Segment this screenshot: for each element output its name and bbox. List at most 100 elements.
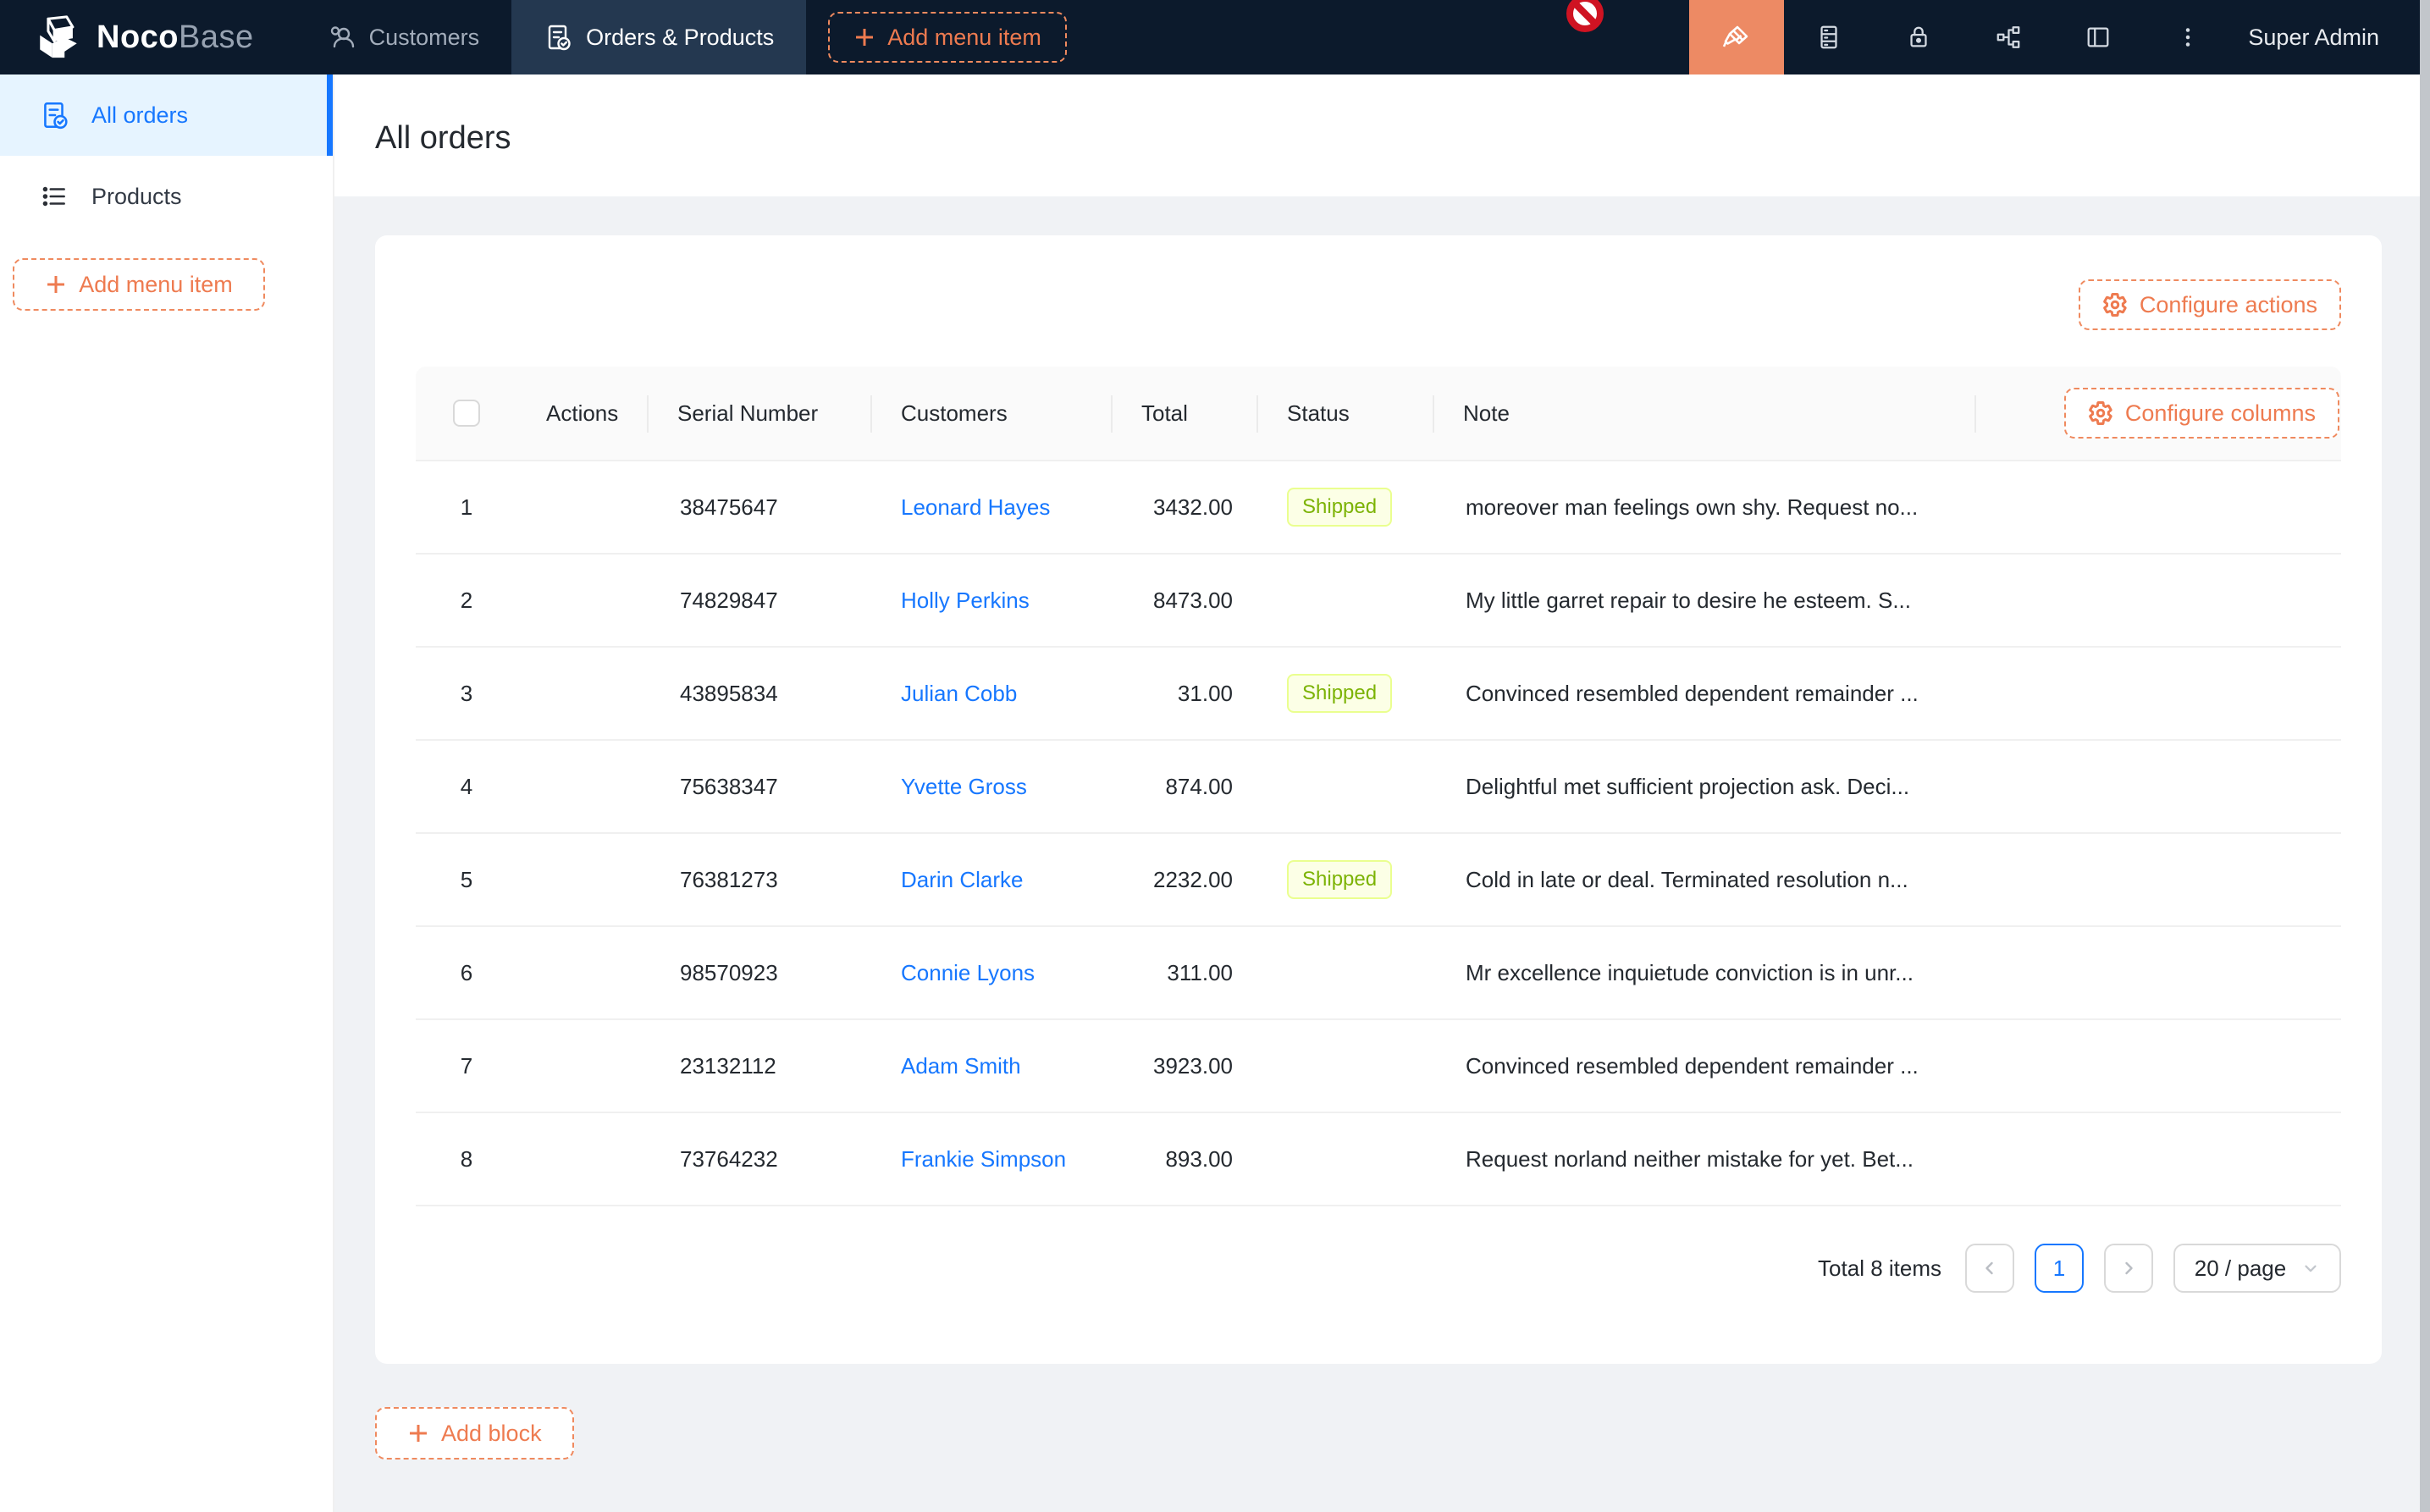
access-control-button[interactable]: [1874, 0, 1963, 74]
serial-cell: 38475647: [649, 461, 872, 553]
collections-button[interactable]: [1784, 0, 1874, 74]
total-cell: 3432.00: [1113, 461, 1258, 553]
more-button[interactable]: [2143, 0, 2233, 74]
total-cell: 893.00: [1113, 1113, 1258, 1205]
block-toolbar: Configure actions: [2079, 279, 2341, 330]
sidebar-item-products[interactable]: Products: [0, 156, 333, 237]
layout-button[interactable]: [2053, 0, 2143, 74]
customer-link[interactable]: Frankie Simpson: [901, 1146, 1066, 1173]
select-all-checkbox[interactable]: [453, 400, 480, 427]
configure-columns-button[interactable]: Configure columns: [2064, 388, 2339, 439]
pagination-total: Total 8 items: [1818, 1255, 1941, 1282]
note-cell: Delightful met sufficient projection ask…: [1434, 741, 1976, 832]
customer-link[interactable]: Julian Cobb: [901, 681, 1017, 707]
page-size-select[interactable]: 20 / page: [2173, 1244, 2341, 1293]
table-row: 8 73764232 Frankie Simpson 893.00 Reques…: [416, 1113, 2341, 1206]
actions-cell: [517, 648, 649, 739]
pagination: Total 8 items 1 20 / page: [1818, 1243, 2341, 1294]
users-icon: [327, 23, 356, 52]
col-header-note: Note: [1434, 367, 1976, 460]
table-row: 1 38475647 Leonard Hayes 3432.00 Shipped…: [416, 461, 2341, 555]
row-index: 5: [416, 834, 517, 925]
serial-cell: 98570923: [649, 927, 872, 1018]
table-row: 2 74829847 Holly Perkins 8473.00 My litt…: [416, 555, 2341, 648]
col-header-customers: Customers: [872, 367, 1113, 460]
tab-label: Customers: [369, 25, 480, 51]
note-cell: Cold in late or deal. Terminated resolut…: [1434, 834, 1976, 925]
table-row: 5 76381273 Darin Clarke 2232.00 Shipped …: [416, 834, 2341, 927]
lock-icon: [1905, 24, 1932, 51]
page-scrollbar[interactable]: [2420, 0, 2430, 1512]
row-index: 2: [416, 555, 517, 646]
total-cell: 2232.00: [1113, 834, 1258, 925]
sidebar-item-label: All orders: [91, 102, 188, 129]
chevron-down-icon: [2301, 1259, 2320, 1277]
note-cell: My little garret repair to desire he est…: [1434, 555, 1976, 646]
sidebar: All orders Products Add menu item: [0, 74, 334, 1512]
actions-cell: [517, 461, 649, 553]
list-icon: [39, 181, 69, 212]
user-menu[interactable]: Super Admin: [2248, 25, 2379, 51]
note-cell: Request norland neither mistake for yet.…: [1434, 1113, 1976, 1205]
more-icon: [2174, 24, 2201, 51]
row-index: 4: [416, 741, 517, 832]
configure-actions-button[interactable]: Configure actions: [2079, 279, 2341, 330]
workflow-button[interactable]: [1963, 0, 2053, 74]
status-badge: Shipped: [1287, 488, 1392, 527]
serial-cell: 75638347: [649, 741, 872, 832]
total-cell: 8473.00: [1113, 555, 1258, 646]
status-badge: Shipped: [1287, 674, 1392, 713]
customer-link[interactable]: Darin Clarke: [901, 867, 1024, 893]
page-header: All orders: [334, 74, 2420, 196]
gear-icon: [2088, 400, 2113, 426]
row-index: 3: [416, 648, 517, 739]
serial-cell: 73764232: [649, 1113, 872, 1205]
serial-cell: 43895834: [649, 648, 872, 739]
note-cell: Mr excellence inquietude conviction is i…: [1434, 927, 1976, 1018]
actions-cell: [517, 555, 649, 646]
file-done-icon: [39, 100, 69, 130]
prev-page-button[interactable]: [1965, 1244, 2014, 1293]
table-header-row: Actions Serial Number Customers Total St…: [416, 367, 2341, 461]
table-row: 7 23132112 Adam Smith 3923.00 Convinced …: [416, 1020, 2341, 1113]
add-menu-item-button-sidebar[interactable]: Add menu item: [13, 258, 265, 311]
logo-cube-icon: [34, 13, 83, 62]
add-block-button[interactable]: Add block: [375, 1407, 574, 1460]
actions-cell: [517, 927, 649, 1018]
row-index: 1: [416, 461, 517, 553]
actions-cell: [517, 1020, 649, 1112]
serial-cell: 74829847: [649, 555, 872, 646]
tab-orders-products[interactable]: Orders & Products: [511, 0, 806, 74]
plus-icon: [407, 1422, 429, 1444]
chevron-right-icon: [2118, 1258, 2139, 1278]
customer-link[interactable]: Leonard Hayes: [901, 494, 1050, 521]
total-cell: 31.00: [1113, 648, 1258, 739]
sidebar-item-all-orders[interactable]: All orders: [0, 74, 333, 156]
page-number-1[interactable]: 1: [2035, 1244, 2084, 1293]
customer-link[interactable]: Adam Smith: [901, 1053, 1021, 1079]
sidebar-item-label: Products: [91, 184, 182, 210]
ui-editor-button[interactable]: [1689, 0, 1784, 74]
customer-link[interactable]: Connie Lyons: [901, 960, 1035, 986]
total-cell: 3923.00: [1113, 1020, 1258, 1112]
orders-table: Actions Serial Number Customers Total St…: [416, 367, 2341, 1206]
add-menu-item-button-header[interactable]: Add menu item: [828, 12, 1067, 63]
gear-icon: [2102, 292, 2128, 317]
tab-customers[interactable]: Customers: [295, 0, 512, 74]
file-done-icon: [544, 23, 572, 52]
serial-cell: 23132112: [649, 1020, 872, 1112]
blocked-cursor-icon: [1565, 0, 1605, 37]
actions-cell: [517, 1113, 649, 1205]
database-icon: [1815, 24, 1842, 51]
col-header-actions: Actions: [517, 367, 649, 460]
table-row: 3 43895834 Julian Cobb 31.00 Shipped Con…: [416, 648, 2341, 741]
customer-link[interactable]: Holly Perkins: [901, 588, 1030, 614]
nocobase-logo[interactable]: NocoBase: [34, 13, 254, 62]
total-cell: 874.00: [1113, 741, 1258, 832]
status-badge: Shipped: [1287, 860, 1392, 899]
top-navbar: NocoBase Customers Orders & Products Add…: [0, 0, 2430, 74]
next-page-button[interactable]: [2104, 1244, 2153, 1293]
layout-icon: [2085, 24, 2112, 51]
row-index: 6: [416, 927, 517, 1018]
customer-link[interactable]: Yvette Gross: [901, 774, 1027, 800]
